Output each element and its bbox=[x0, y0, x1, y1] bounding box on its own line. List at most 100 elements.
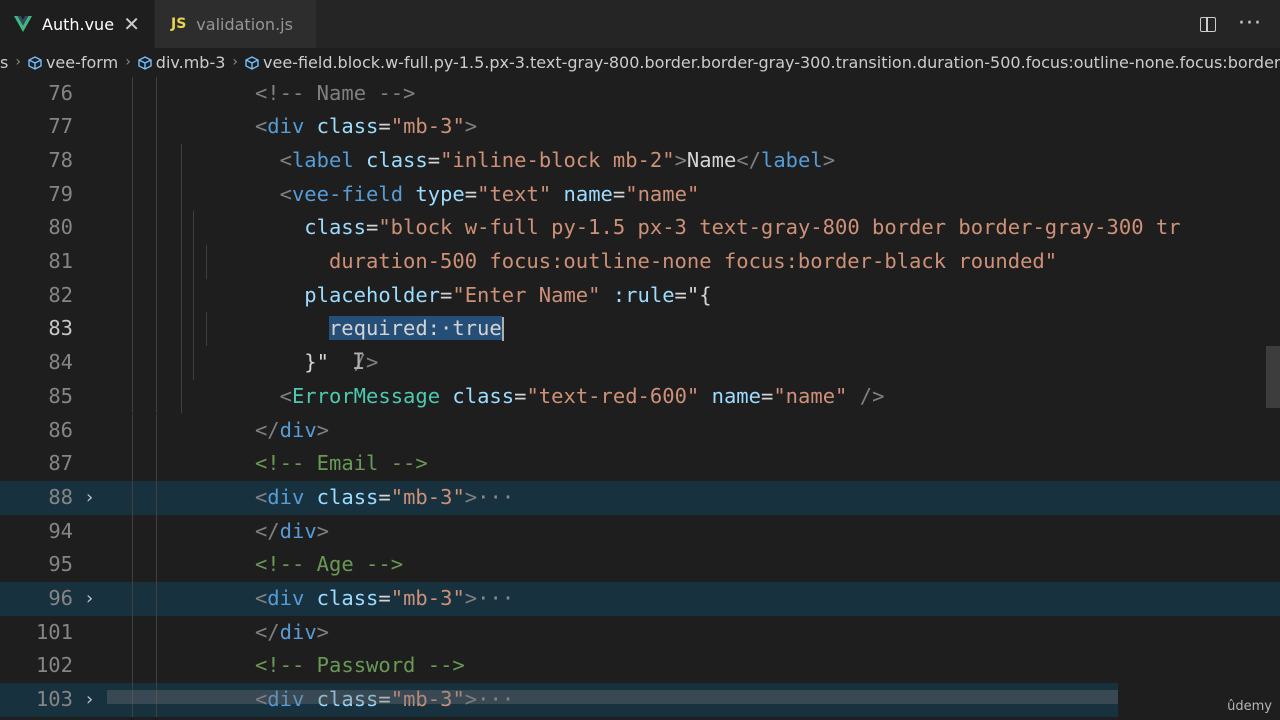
breadcrumb-item-div[interactable]: div.mb-3 bbox=[138, 52, 226, 72]
code-token: div bbox=[267, 484, 305, 509]
code-token: div bbox=[279, 518, 317, 543]
code-token: > bbox=[316, 417, 330, 442]
code-token: <!-- Password --> bbox=[254, 653, 465, 678]
code-token: div bbox=[279, 417, 317, 442]
code-line[interactable]: 86 </div> bbox=[0, 413, 1280, 448]
indent-guide bbox=[156, 447, 157, 481]
indent-guide bbox=[193, 312, 194, 347]
selected-text: required:·true bbox=[328, 316, 502, 341]
code-token: placeholder bbox=[304, 282, 441, 307]
line-number: 81 bbox=[48, 249, 73, 273]
indent-guide bbox=[132, 245, 133, 279]
indent-guide bbox=[156, 346, 157, 380]
code-line[interactable]: 79 <vee-field type="text" name="name" bbox=[0, 177, 1280, 212]
code-line[interactable]: 88 › <div class="mb-3">··· bbox=[0, 480, 1280, 515]
code-token: name bbox=[711, 383, 761, 408]
code-token: "Enter Name" bbox=[452, 282, 601, 307]
breadcrumb-label: vee-form bbox=[45, 52, 119, 72]
indent-guide bbox=[156, 211, 157, 245]
code-line[interactable]: 85 <ErrorMessage class="text-red-600" nam… bbox=[0, 379, 1280, 414]
indent-guide bbox=[156, 278, 157, 313]
indent-guide bbox=[132, 346, 133, 380]
tab-label: Auth.vue bbox=[42, 14, 115, 34]
close-icon[interactable]: ✕ bbox=[123, 12, 140, 36]
fold-chevron-icon[interactable]: › bbox=[86, 683, 93, 717]
indent-guide bbox=[132, 514, 133, 549]
indent-guide bbox=[132, 278, 133, 313]
tab-auth-vue[interactable]: Auth.vue ✕ bbox=[0, 0, 154, 48]
breadcrumb-label: div.mb-3 bbox=[155, 52, 226, 72]
tab-validation-js[interactable]: JS validation.js bbox=[154, 0, 316, 48]
indent-guide bbox=[132, 211, 133, 245]
code-editor[interactable]: 76 <!-- Name --> 77 <div class="mb-3"> 78 <la… bbox=[0, 76, 1280, 720]
code-content: </div> bbox=[255, 414, 329, 448]
indent-guide bbox=[132, 582, 133, 616]
line-number: 102 bbox=[35, 653, 73, 678]
breadcrumb: s › vee-form › div.mb-3 › vee-field.bloc… bbox=[0, 48, 1280, 76]
breadcrumb-item-vee-form[interactable]: vee-form bbox=[28, 53, 118, 72]
indent-guide bbox=[181, 278, 182, 313]
code-line[interactable]: 77 <div class="mb-3"> bbox=[0, 110, 1280, 144]
more-actions-icon[interactable]: ··· bbox=[1238, 13, 1262, 35]
line-number: 80 bbox=[48, 215, 73, 240]
code-token: </ bbox=[254, 619, 280, 644]
breadcrumb-item-vee-field[interactable]: vee-field.block.w-full.py-1.5.px-3.text-… bbox=[245, 53, 1280, 72]
code-token: :rule bbox=[612, 282, 675, 307]
scrollbar-thumb[interactable] bbox=[1266, 346, 1280, 408]
code-content: class="block w-full py-1.5 px-3 text-gra… bbox=[304, 211, 1180, 245]
symbol-cube-icon bbox=[28, 55, 42, 70]
code-line[interactable]: 95 <!-- Age --> bbox=[0, 548, 1280, 582]
code-line[interactable]: 87 <!-- Email --> bbox=[0, 447, 1280, 481]
code-token: }" bbox=[304, 350, 329, 375]
code-token: ErrorMessage bbox=[291, 383, 441, 408]
code-line[interactable]: 80 class="block w-full py-1.5 px-3 text-g… bbox=[0, 211, 1280, 245]
horizontal-scrollbar[interactable] bbox=[107, 690, 1118, 704]
indent-guide bbox=[156, 379, 157, 414]
code-line[interactable]: 102 <!-- Password --> bbox=[0, 649, 1280, 684]
code-token: class bbox=[452, 383, 515, 408]
code-line[interactable]: 78 <label class="inline-block mb-2">Name<… bbox=[0, 143, 1280, 178]
indent-guide bbox=[156, 514, 157, 549]
code-token: </ bbox=[736, 147, 761, 172]
code-token: = bbox=[378, 586, 391, 610]
code-token: div bbox=[279, 619, 317, 644]
fold-chevron-icon[interactable]: › bbox=[86, 481, 93, 515]
code-token: duration-500 focus:outline-none focus:bo… bbox=[328, 249, 1058, 273]
code-line[interactable]: 101 </div> bbox=[0, 615, 1280, 650]
indent-guide bbox=[132, 143, 133, 178]
line-number: 84 bbox=[48, 350, 73, 375]
fold-chevron-icon[interactable]: › bbox=[86, 582, 93, 616]
indent-guide bbox=[156, 312, 157, 347]
code-line[interactable]: 81 duration-500 focus:outline-none focus:… bbox=[0, 245, 1280, 279]
code-content: <vee-field type="text" name="name" bbox=[280, 178, 700, 212]
code-line[interactable]: 94 </div> bbox=[0, 514, 1280, 549]
symbol-cube-icon bbox=[245, 55, 259, 70]
chevron-right-icon: › bbox=[15, 54, 21, 70]
code-token: = bbox=[427, 147, 441, 172]
vertical-scrollbar[interactable] bbox=[1266, 76, 1280, 720]
udemy-watermark: ûdemy bbox=[1227, 699, 1272, 714]
code-token: type bbox=[415, 181, 465, 206]
mouse-ibeam-cursor: I bbox=[352, 350, 366, 376]
code-line[interactable]: 84}" /> bbox=[0, 346, 1280, 380]
code-token: = bbox=[760, 383, 774, 408]
code-token: </ bbox=[254, 417, 280, 442]
code-token: label bbox=[760, 147, 823, 172]
code-line[interactable]: 82 placeholder="Enter Name" :rule="{ bbox=[0, 278, 1280, 313]
indent-guide bbox=[156, 615, 157, 650]
code-line[interactable]: 76 <!-- Name --> bbox=[0, 76, 1280, 111]
code-token: class bbox=[316, 586, 379, 610]
code-line[interactable]: 83 required:·true bbox=[0, 312, 1280, 347]
vue-icon bbox=[14, 16, 32, 32]
code-token: div bbox=[267, 586, 305, 610]
code-token: "mb-3" bbox=[390, 586, 465, 610]
indent-guide bbox=[156, 110, 157, 144]
breadcrumb-lead[interactable]: s bbox=[0, 53, 8, 72]
code-token: < bbox=[279, 181, 292, 206]
line-number: 95 bbox=[48, 552, 73, 577]
split-editor-icon[interactable] bbox=[1200, 16, 1217, 32]
line-number: 87 bbox=[48, 451, 73, 476]
code-line[interactable]: 96 › <div class="mb-3">··· bbox=[0, 582, 1280, 616]
